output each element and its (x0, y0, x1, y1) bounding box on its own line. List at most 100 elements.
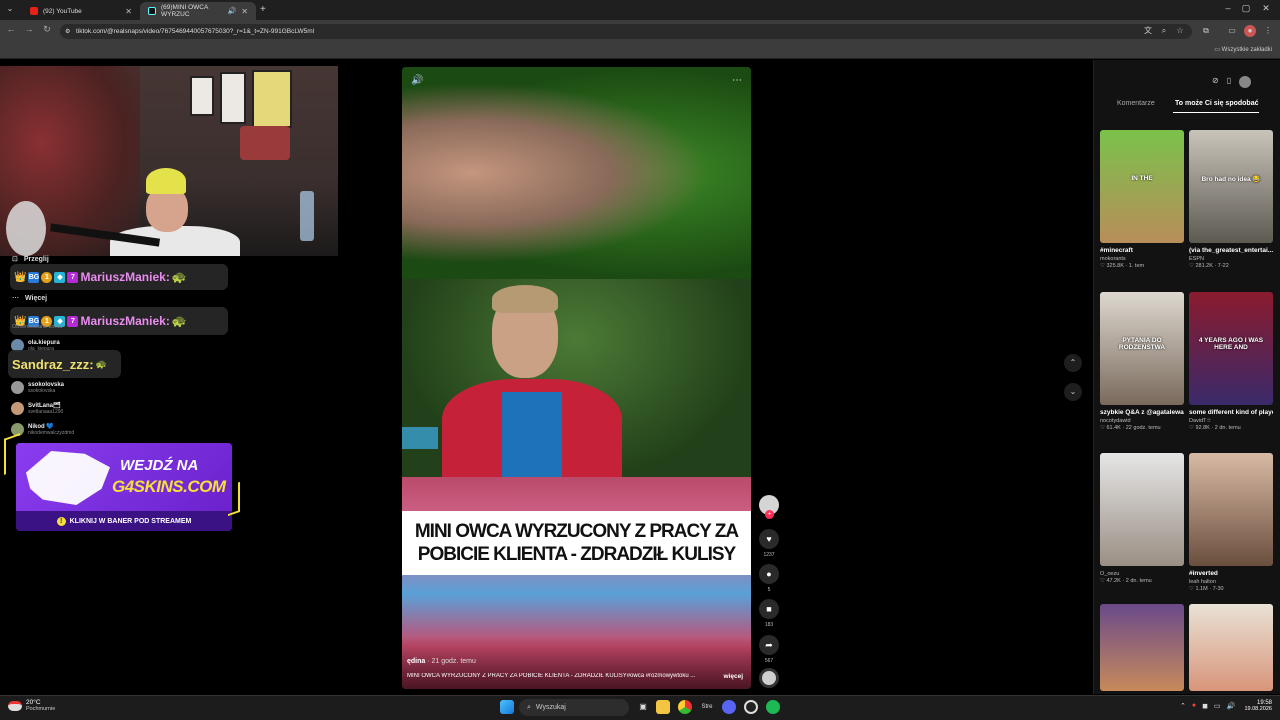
cast-icon[interactable]: ▭ (1226, 25, 1238, 37)
card-time: 22 godz. temu (1125, 425, 1161, 431)
close-icon[interactable]: ✕ (125, 7, 132, 16)
card-author[interactable]: mokorants (1100, 256, 1184, 262)
video-thumbnail[interactable]: IN THE (1100, 130, 1184, 243)
chevron-up-icon[interactable]: ⌃ (1180, 702, 1186, 710)
all-bookmarks-link[interactable]: ▭ Wszystkie zakładki (1214, 46, 1272, 53)
site-info-icon[interactable]: ⚙ (65, 28, 70, 35)
bookmark-star-icon[interactable]: ☆ (1174, 25, 1186, 37)
weather-widget[interactable]: 20°C Pochmurnie (8, 699, 55, 712)
video-thumbnail[interactable] (1189, 604, 1273, 691)
video-thumbnail[interactable]: Bro had no idea 😂 (1189, 130, 1273, 243)
comment-button[interactable]: ● 5 (759, 564, 779, 593)
previous-video-button[interactable]: ⌃ (1064, 354, 1082, 372)
dislike-icon[interactable]: ⊘ (1212, 76, 1219, 88)
tab-tiktok[interactable]: (69)MINI OWCA WYRZUC 🔊 ✕ (140, 2, 256, 20)
address-bar[interactable]: ⚙ tiktok.com/@realsnaps/video/7675469440… (60, 24, 1192, 39)
profile-avatar[interactable]: ● (1244, 25, 1256, 37)
app-tray-icon[interactable]: ◼ (1202, 702, 1208, 710)
tab-comments[interactable]: Komentarze (1117, 100, 1155, 107)
close-window-button[interactable]: ✕ (1258, 3, 1274, 14)
close-icon[interactable]: ✕ (241, 7, 248, 16)
video-card[interactable]: Bro had no idea 😂 (via the_greatest_enter… (1189, 130, 1273, 269)
forward-button[interactable]: → (22, 24, 36, 34)
card-author[interactable]: O_oezu (1100, 571, 1184, 577)
card-stats: ♡ 47.2K · 2 dn. temu (1100, 578, 1152, 584)
network-icon[interactable]: ▭ (1214, 702, 1221, 710)
tab-youtube[interactable]: (92) YouTube ✕ (22, 2, 140, 20)
spotify-icon[interactable] (766, 700, 780, 714)
card-title: #inverted (1189, 570, 1218, 577)
card-author[interactable]: leah halton (1189, 579, 1273, 585)
card-likes: 61.4K (1106, 425, 1121, 431)
video-card[interactable]: PYTANIA DO RODZEŃSTWA szybkie Q&A z @agat… (1100, 292, 1184, 431)
reload-button[interactable]: ↻ (40, 24, 54, 35)
video-thumbnail[interactable]: PYTANIA DO RODZEŃSTWA (1100, 292, 1184, 405)
comment-count: 5 (767, 587, 771, 593)
tab-underline (1173, 112, 1259, 113)
new-tab-button[interactable]: + (260, 4, 266, 15)
followed-account[interactable]: Nikod 💙 nikodemwalczyzdmd (11, 423, 74, 436)
card-author[interactable]: ESPN (1189, 256, 1273, 262)
speaker-icon[interactable]: 🔊 (228, 7, 237, 15)
maximize-button[interactable]: ▢ (1238, 3, 1254, 14)
save-button[interactable]: ■ 183 (759, 599, 779, 628)
card-time: 2 dn. temu (1125, 578, 1152, 584)
video-thumbnail[interactable] (1189, 453, 1273, 566)
video-card[interactable]: #inverted leah halton ♡ 1.1M · 7-30 (1189, 453, 1273, 592)
banner-cta[interactable]: ! KLIKNIJ W BANER POD STREAMEM (16, 511, 232, 531)
like-button[interactable]: ♥ 1237 (759, 529, 779, 558)
card-time: 2 dn. temu (1214, 425, 1241, 431)
card-author[interactable]: nocotydawid (1100, 418, 1184, 424)
phone-icon[interactable]: ▯ (1227, 76, 1231, 88)
sidebar-more-link[interactable]: ⋯ Więcej (12, 294, 47, 303)
sound-disc[interactable] (759, 668, 779, 688)
tab-search-button[interactable]: ⌄ (4, 4, 16, 16)
obs-icon[interactable] (744, 700, 758, 714)
video-author[interactable]: ędina (407, 658, 425, 665)
task-view-icon[interactable]: ▣ (636, 700, 650, 714)
app-icon[interactable]: Stre (700, 700, 714, 714)
back-button[interactable]: ← (4, 24, 18, 34)
volume-icon[interactable]: 🔊 (1227, 702, 1236, 710)
creator-avatar[interactable]: + (759, 495, 779, 519)
heart-icon: ♥ (759, 529, 779, 549)
user-avatar[interactable] (1239, 76, 1252, 88)
followed-account[interactable]: ssokolovska ssokolovska (11, 381, 64, 394)
video-card[interactable]: IN THE #minecraft mokorants ♡ 325.8K · 1. t… (1100, 130, 1184, 269)
more-link[interactable]: więcej (723, 673, 743, 680)
bookmark-icon: ■ (759, 599, 779, 619)
follow-plus-icon[interactable]: + (765, 510, 774, 519)
file-explorer-icon[interactable] (656, 700, 670, 714)
taskbar-search[interactable]: ⌕ Wyszukaj (519, 699, 629, 716)
menu-icon[interactable]: ⋮ (1262, 25, 1274, 37)
profile-icon: ⊡ (12, 256, 18, 263)
chat-message: 👑 BG 1 ◆ 7 MariuszManiek: 🐢 (10, 307, 228, 335)
next-video-button[interactable]: ⌄ (1064, 383, 1082, 401)
video-player[interactable]: MINI OWCA WYRZUCONY Z PRACY ZA POBICIE K… (402, 67, 751, 689)
video-card[interactable] (1189, 604, 1273, 691)
start-icon[interactable] (500, 700, 514, 714)
translate-icon[interactable]: 文 (1142, 25, 1154, 37)
more-options-icon[interactable]: ⋯ (732, 75, 742, 86)
card-author[interactable]: DavidT☆ (1189, 418, 1273, 424)
chrome-icon[interactable] (678, 700, 692, 714)
mic-icon[interactable]: ● (1192, 702, 1196, 710)
video-thumbnail[interactable]: 4 YEARS AGO I WAS HERE AND (1189, 292, 1273, 405)
sidebar-profile-link[interactable]: ⊡ Przeglij (12, 255, 49, 264)
video-card[interactable] (1100, 604, 1184, 691)
discord-icon[interactable] (722, 700, 736, 714)
extensions-icon[interactable]: ⧉ (1200, 25, 1212, 37)
followed-account[interactable]: SvitLana🗂 svetlanaaa1290 (11, 402, 63, 415)
video-thumbnail[interactable] (1100, 604, 1184, 691)
volume-icon[interactable]: 🔊 (411, 75, 423, 86)
sponsor-banner[interactable]: WEJDŹ NA G4SKINS.COM ! KLIKNIJ W BANER P… (16, 443, 232, 531)
tab-recommended[interactable]: To może Ci się spodobać (1175, 100, 1259, 107)
card-stats: ♡ 325.8K · 1. tem (1100, 263, 1145, 269)
minimize-button[interactable]: – (1220, 3, 1236, 13)
video-thumbnail[interactable] (1100, 453, 1184, 566)
video-card[interactable]: 4 YEARS AGO I WAS HERE AND some different… (1189, 292, 1273, 431)
video-card[interactable]: O_oezu ♡ 47.2K · 2 dn. temu (1100, 453, 1184, 584)
zoom-icon[interactable]: ⌕ (1158, 25, 1170, 37)
share-button[interactable]: ➦ 567 (759, 635, 779, 664)
clock[interactable]: 19:58 19.08.2026 (1240, 700, 1272, 712)
